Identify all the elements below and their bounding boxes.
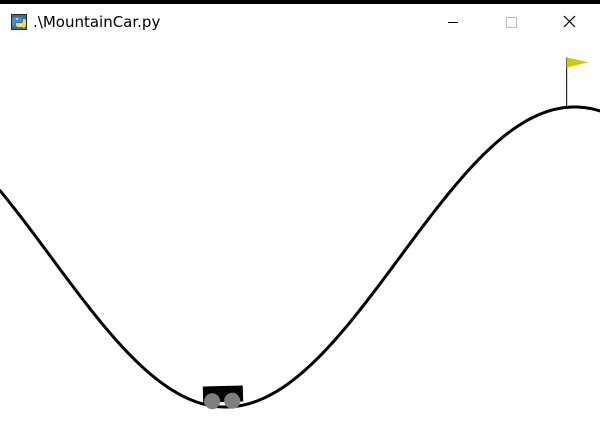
goal-flag xyxy=(566,57,589,108)
mountain-track xyxy=(0,105,600,409)
flag-cloth xyxy=(566,57,589,68)
game-window: .\MountainCar.py xyxy=(0,0,600,438)
game-scene xyxy=(0,57,600,410)
